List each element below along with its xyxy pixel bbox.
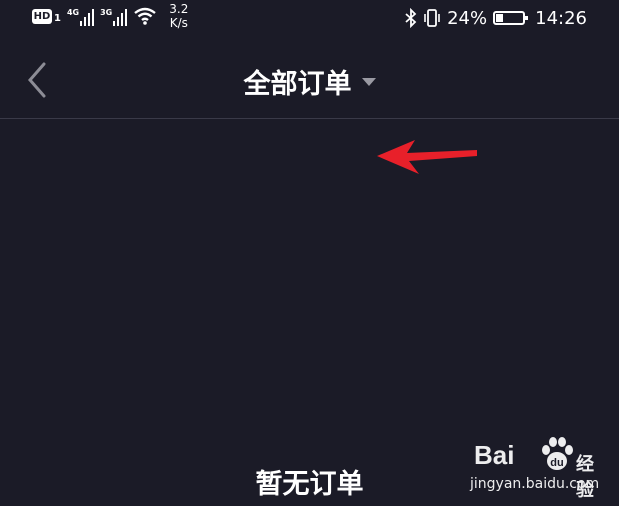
- speed-value: 3.2: [169, 2, 189, 16]
- bluetooth-icon: [405, 8, 417, 28]
- order-filter-dropdown[interactable]: 全部订单: [0, 62, 619, 101]
- battery-level: [496, 14, 503, 22]
- clock-time: 14:26: [535, 7, 587, 29]
- status-bar-left: HD 1 4G 3G 3.2 K/s: [32, 2, 188, 30]
- header-divider: [0, 118, 619, 119]
- signal-3g: 3G: [100, 6, 128, 26]
- signal-4g: 4G: [66, 6, 95, 26]
- header-bar: 全部订单: [0, 40, 619, 118]
- signal-bars-icon: [113, 6, 128, 26]
- network-speed: 3.2 K/s: [169, 2, 188, 30]
- vibrate-icon: [424, 9, 440, 27]
- wifi-icon: [134, 7, 156, 25]
- baidu-watermark: Bai du 经验 jingyan.baidu.com: [470, 434, 610, 501]
- status-bar: HD 1 4G 3G 3.2 K/s 24% 14:26: [0, 0, 619, 36]
- network-type-label: 4G: [66, 8, 80, 17]
- speed-unit: K/s: [169, 16, 188, 30]
- hd-badge: HD: [32, 9, 52, 24]
- watermark-logo-text: Bai: [474, 440, 515, 470]
- status-bar-right: 24% 14:26: [405, 6, 587, 30]
- sim-number: 1: [54, 13, 61, 24]
- battery-percent: 24%: [447, 7, 488, 29]
- svg-text:du: du: [550, 457, 563, 469]
- paw-icon: du: [542, 437, 573, 470]
- signal-bars-icon: [80, 6, 95, 26]
- battery-icon: [493, 11, 529, 25]
- watermark-url: jingyan.baidu.com: [470, 476, 600, 492]
- red-arrow-icon: [377, 140, 477, 174]
- page-title: 全部订单: [243, 69, 352, 100]
- network-type-label: 3G: [100, 8, 113, 17]
- caret-down-icon: [361, 77, 376, 86]
